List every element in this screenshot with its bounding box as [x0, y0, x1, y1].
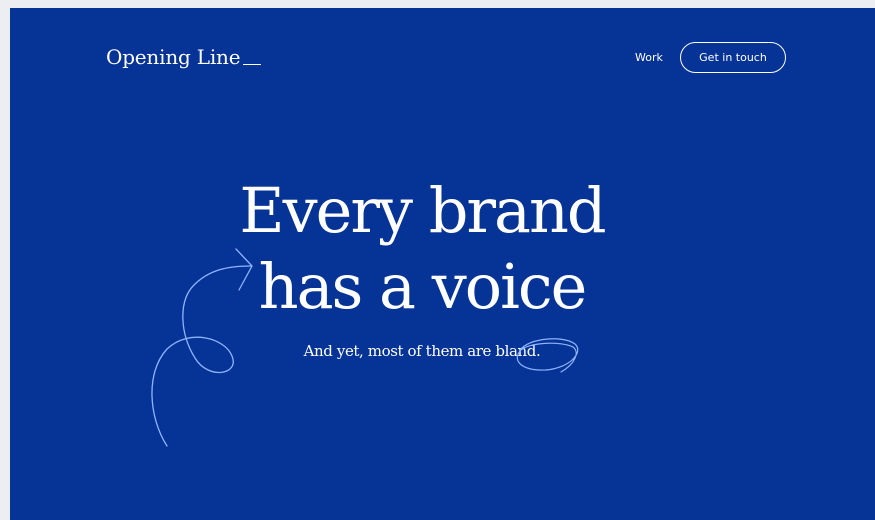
headline-line-2: has a voice	[258, 250, 588, 323]
logo[interactable]: Opening Line	[106, 45, 262, 69]
hero-headline: Every brand has a voice	[157, 173, 687, 325]
headline-line-1: Every brand	[239, 174, 606, 247]
logo-text: Opening Line	[106, 45, 241, 69]
get-in-touch-button[interactable]: Get in touch	[680, 42, 786, 73]
nav-link-work[interactable]: Work	[635, 51, 663, 64]
hero-section: Opening Line Work Get in touch Every bra…	[10, 8, 875, 520]
page-frame: Opening Line Work Get in touch Every bra…	[0, 0, 875, 520]
hero-subhead: And yet, most of them are bland.	[303, 342, 541, 360]
get-in-touch-label: Get in touch	[699, 51, 767, 64]
logo-underscore	[243, 64, 262, 65]
